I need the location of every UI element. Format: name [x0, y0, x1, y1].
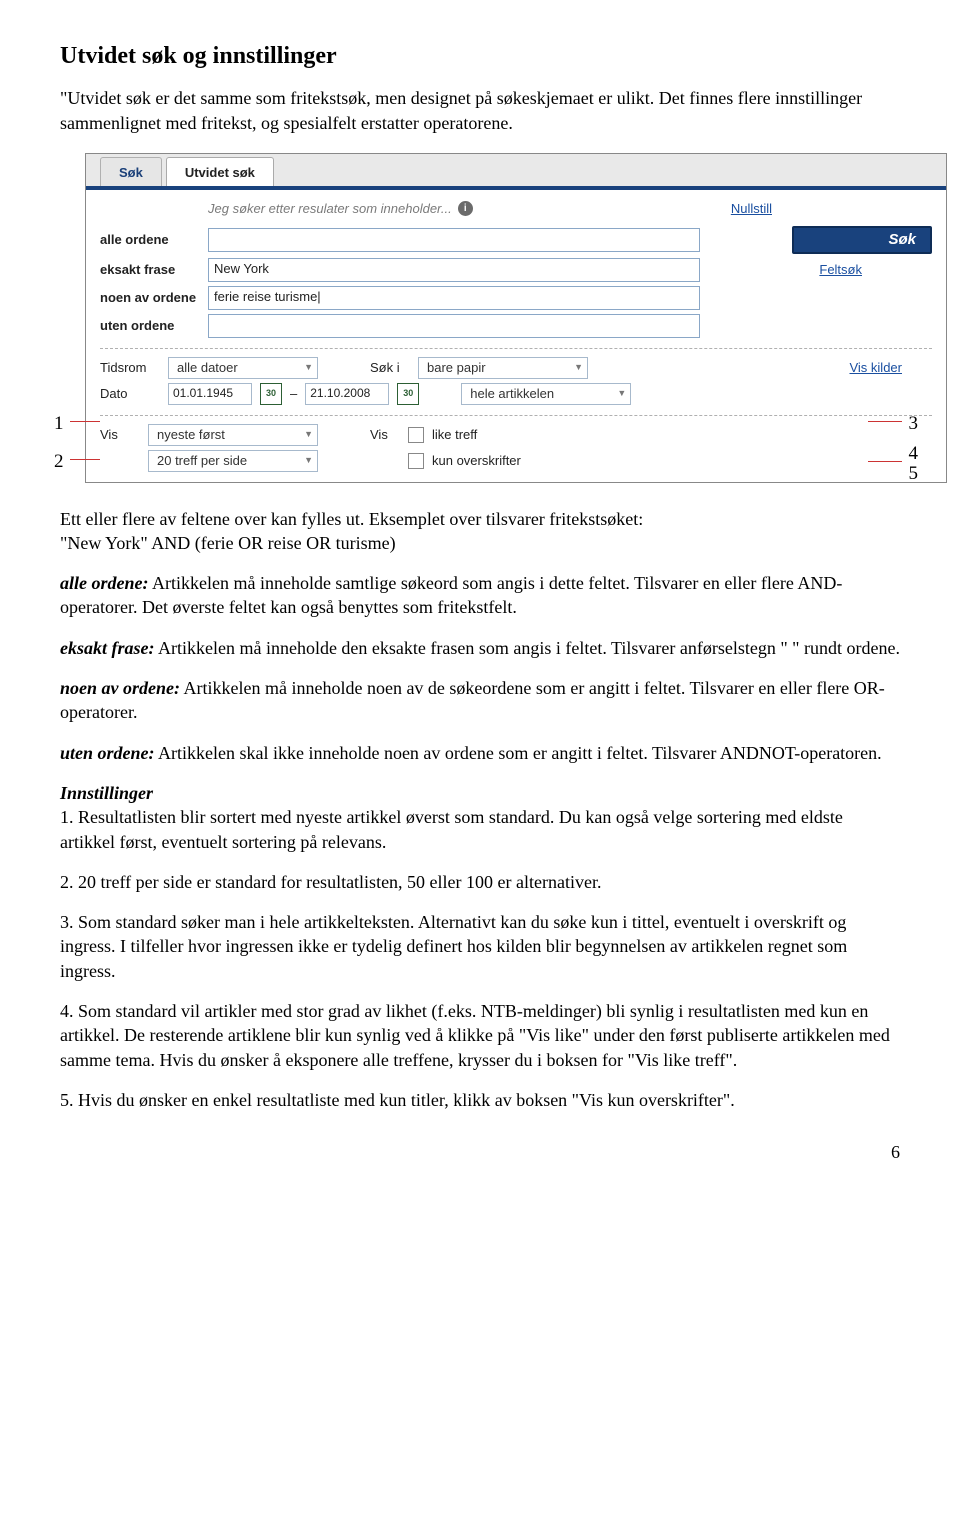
select-sort-value: nyeste først — [157, 426, 225, 444]
search-prompt: Jeg søker etter resulater som inneholder… — [208, 200, 452, 218]
chevron-down-icon: ▼ — [574, 361, 583, 373]
input-without-words[interactable] — [208, 314, 700, 338]
chevron-down-icon: ▼ — [304, 454, 313, 466]
select-perpage[interactable]: 20 treff per side ▼ — [148, 450, 318, 472]
input-exact-phrase[interactable]: New York — [208, 258, 700, 282]
select-soki-scope-value: hele artikkelen — [470, 385, 554, 403]
list-item: 5. Hvis du ønsker en enkel resultatliste… — [60, 1088, 900, 1112]
body-paragraph: eksakt frase: Artikkelen må inneholde de… — [60, 636, 900, 660]
label-vis-sort: Vis — [100, 426, 140, 444]
input-any-words[interactable]: ferie reise turisme| — [208, 286, 700, 310]
callout-line — [868, 421, 902, 422]
show-sources-link[interactable]: Vis kilder — [849, 359, 902, 377]
select-sort[interactable]: nyeste først ▼ — [148, 424, 318, 446]
body-paragraph: noen av ordene: Artikkelen må inneholde … — [60, 676, 900, 725]
list-item: 3. Som standard søker man i hele artikke… — [60, 910, 900, 983]
input-date-from[interactable]: 01.01.1945 — [168, 383, 252, 405]
label-soki: Søk i — [370, 359, 410, 377]
tab-search[interactable]: Søk — [100, 157, 162, 186]
input-all-words[interactable] — [208, 228, 700, 252]
checkbox-kun-overskrifter[interactable] — [408, 453, 424, 469]
label-exact-phrase: eksakt frase — [100, 261, 208, 279]
checkbox-kun-overskrifter-label: kun overskrifter — [432, 452, 521, 470]
page-number: 6 — [60, 1140, 900, 1164]
intro-paragraph: "Utvidet søk er det samme som fritekstsø… — [60, 86, 900, 135]
callout-1: 1 — [54, 411, 64, 437]
divider — [100, 348, 932, 349]
settings-subhead: Innstillinger — [60, 781, 900, 805]
label-without-words: uten ordene — [100, 317, 208, 335]
chevron-down-icon: ▼ — [304, 361, 313, 373]
callout-line — [70, 459, 100, 460]
list-item: 1. Resultatlisten blir sortert med nyest… — [60, 805, 900, 854]
select-perpage-value: 20 treff per side — [157, 452, 247, 470]
tab-advanced[interactable]: Utvidet søk — [166, 157, 274, 186]
select-soki-source-value: bare papir — [427, 359, 486, 377]
fieldsearch-link[interactable]: Feltsøk — [819, 261, 862, 279]
date-separator: – — [290, 385, 297, 403]
callout-2: 2 — [54, 449, 64, 475]
calendar-icon[interactable]: 30 — [260, 383, 282, 405]
label-vis-cb: Vis — [370, 426, 400, 444]
advanced-search-panel: Søk Utvidet søk Jeg søker etter resulate… — [85, 153, 947, 483]
chevron-down-icon: ▼ — [304, 428, 313, 440]
select-tidsrom-value: alle datoer — [177, 359, 238, 377]
label-any-words: noen av ordene — [100, 289, 208, 307]
page-title: Utvidet søk og innstillinger — [60, 40, 900, 72]
body-paragraph: uten ordene: Artikkelen skal ikke inneho… — [60, 741, 900, 765]
body-paragraph: Ett eller flere av feltene over kan fyll… — [60, 507, 900, 556]
checkbox-like-treff[interactable] — [408, 427, 424, 443]
checkbox-like-treff-label: like treff — [432, 426, 477, 444]
callout-line — [868, 461, 902, 462]
chevron-down-icon: ▼ — [617, 387, 626, 399]
list-item: 2. 20 treff per side er standard for res… — [60, 870, 900, 894]
callout-5: 5 — [909, 461, 919, 487]
select-tidsrom[interactable]: alle datoer ▼ — [168, 357, 318, 379]
list-item: 4. Som standard vil artikler med stor gr… — [60, 999, 900, 1072]
callout-line — [70, 421, 100, 422]
calendar-icon[interactable]: 30 — [397, 383, 419, 405]
select-soki-source[interactable]: bare papir ▼ — [418, 357, 588, 379]
reset-link[interactable]: Nullstill — [731, 200, 772, 218]
body-paragraph: alle ordene: Artikkelen må inneholde sam… — [60, 571, 900, 620]
select-soki-scope[interactable]: hele artikkelen ▼ — [461, 383, 631, 405]
search-button[interactable]: Søk — [792, 226, 932, 254]
divider — [100, 415, 932, 416]
label-dato: Dato — [100, 385, 160, 403]
label-tidsrom: Tidsrom — [100, 359, 160, 377]
info-icon[interactable]: i — [458, 201, 473, 216]
input-date-to[interactable]: 21.10.2008 — [305, 383, 389, 405]
callout-3: 3 — [909, 411, 919, 437]
label-all-words: alle ordene — [100, 231, 208, 249]
screenshot-figure: Søk Utvidet søk Jeg søker etter resulate… — [60, 153, 900, 483]
